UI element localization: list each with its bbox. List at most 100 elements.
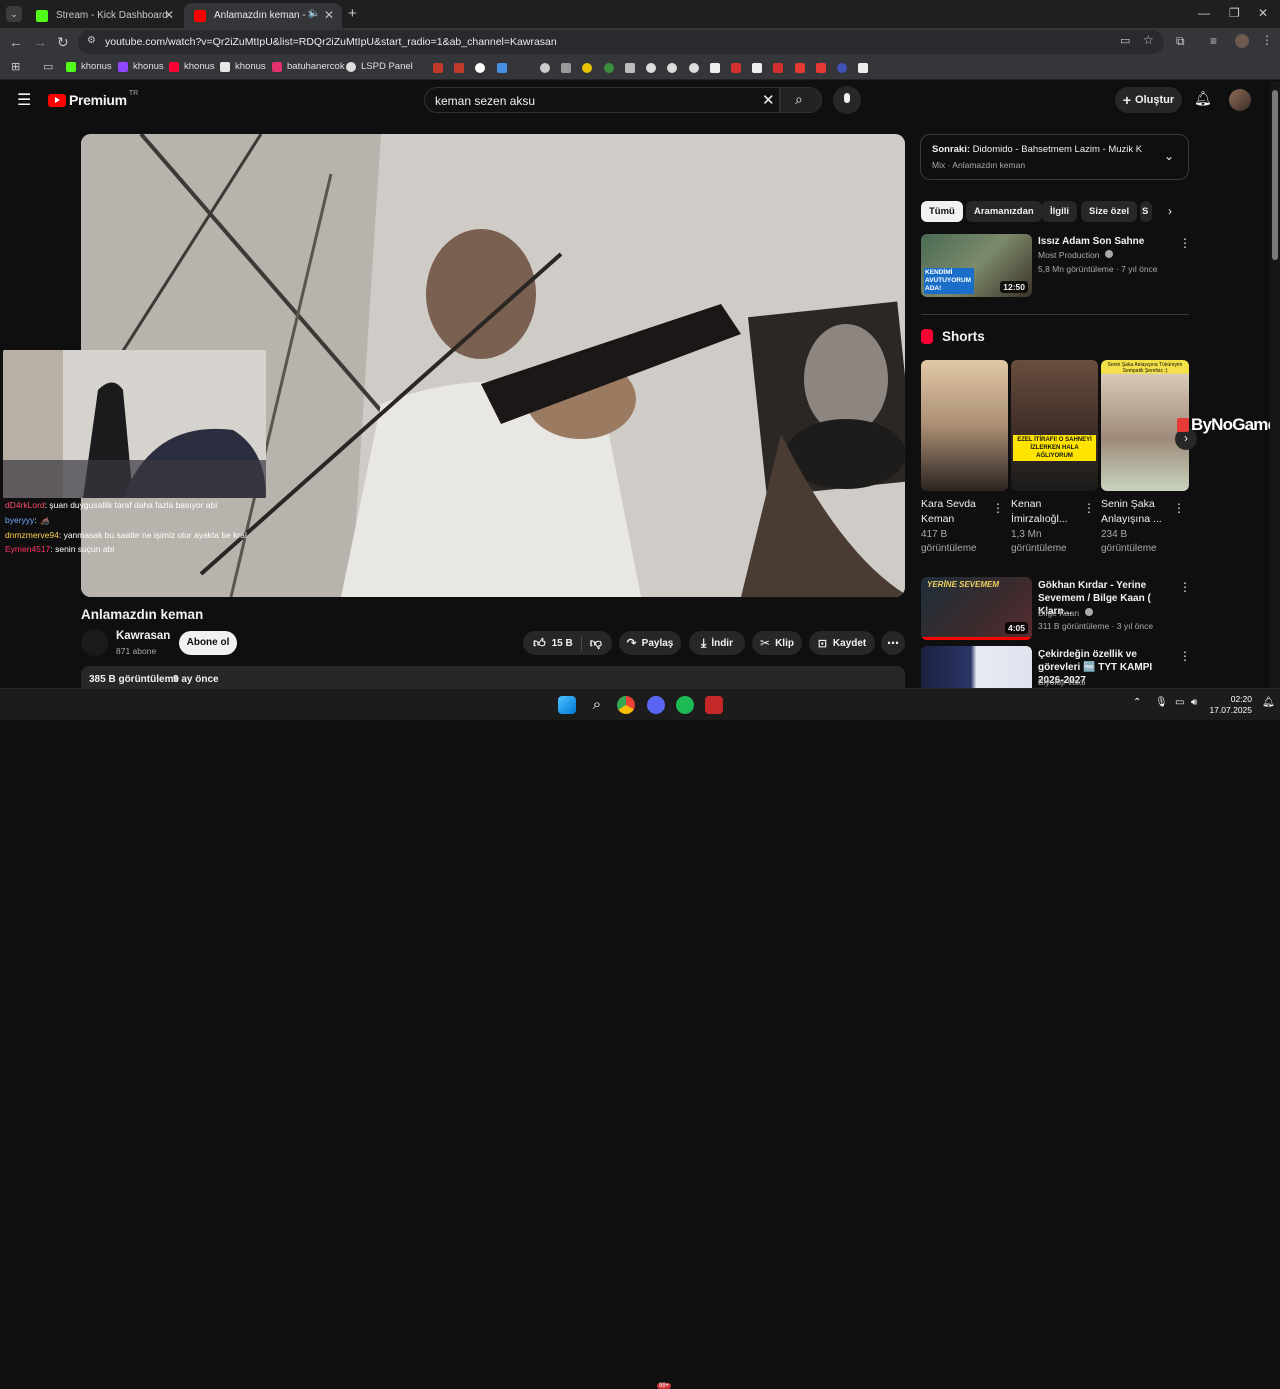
microphone-icon[interactable]: 🎙︎: [1155, 697, 1168, 708]
hamburger-menu-icon[interactable]: ☰: [17, 90, 31, 110]
bookmark-khonus-kick[interactable]: khonus: [66, 61, 112, 72]
chip-related[interactable]: İlgili: [1042, 201, 1077, 222]
youtube-logo[interactable]: Premium TR: [48, 90, 138, 108]
chevron-down-icon[interactable]: ⌄: [1164, 149, 1174, 163]
search-icon[interactable]: ⌕: [588, 696, 606, 714]
bookmark-icon[interactable]: [710, 63, 720, 73]
search-input[interactable]: keman sezen aksu ✕: [424, 87, 780, 113]
address-bar[interactable]: ⚙ youtube.com/watch?v=Qr2iZuMtIpU&list=R…: [78, 30, 1164, 54]
bookmark-icon[interactable]: [731, 63, 741, 73]
bookmark-lspd-panel[interactable]: LSPD Panel: [346, 61, 413, 72]
like-button[interactable]: 👍︎ 15 B: [533, 635, 582, 651]
short-thumbnail[interactable]: [921, 360, 1008, 491]
network-icon[interactable]: ▭: [1175, 697, 1184, 708]
bookmark-icon[interactable]: [795, 63, 805, 73]
speaker-icon[interactable]: 🔈: [308, 8, 320, 19]
short-title[interactable]: Kenan İmirzalıoğl...: [1011, 497, 1077, 527]
bookmark-icon[interactable]: [773, 63, 783, 73]
forward-icon[interactable]: →: [33, 34, 47, 50]
bookmark-star-icon[interactable]: ☆: [1143, 33, 1154, 47]
voice-search-button[interactable]: [833, 86, 861, 114]
up-next-panel[interactable]: Sonraki: Didomido - Bahsetmem Lazim - Mu…: [920, 134, 1189, 180]
bookmark-icon[interactable]: [561, 63, 571, 73]
site-info-icon[interactable]: ⚙: [87, 35, 96, 46]
channel-name[interactable]: Kawrasan: [116, 630, 170, 642]
more-options-icon[interactable]: ⋮: [1179, 236, 1191, 250]
search-button[interactable]: ⌕: [780, 87, 822, 113]
app-icon[interactable]: [705, 696, 723, 714]
bookmark-khonus-youtube[interactable]: khonus: [169, 61, 215, 72]
notification-bell-icon[interactable]: 🔔︎: [1262, 697, 1275, 708]
restore-icon[interactable]: ❐: [1229, 6, 1240, 20]
reload-icon[interactable]: ↻: [57, 34, 69, 51]
bookmark-icon[interactable]: [604, 63, 614, 73]
clip-button[interactable]: ✂ Klip: [752, 631, 802, 655]
tab-kick-dashboard[interactable]: Stream - Kick Dashboard ✕: [26, 3, 182, 28]
recommended-title[interactable]: Issız Adam Son Sahne: [1038, 235, 1168, 248]
more-options-icon[interactable]: ⋮: [1179, 580, 1191, 594]
new-tab-button[interactable]: +: [348, 5, 357, 22]
account-avatar[interactable]: [1229, 89, 1251, 111]
short-thumbnail[interactable]: EZEL İTİRAFI! O SAHNEYİ İZLERKEN HALA AĞ…: [1011, 360, 1098, 491]
recommended-channel[interactable]: Most Production: [1038, 250, 1113, 260]
notifications-bell-icon[interactable]: 🔔︎: [1194, 90, 1212, 107]
recommended-channel[interactable]: Bilge Kaan: [1038, 608, 1093, 618]
tab-search-button[interactable]: ⌄: [6, 6, 22, 22]
bookmark-batuhanercok[interactable]: batuhanercok: [272, 61, 345, 72]
clear-search-icon[interactable]: ✕: [762, 91, 775, 109]
more-options-icon[interactable]: ⋮: [992, 501, 1004, 515]
save-button[interactable]: ⊡ Kaydet: [809, 631, 875, 655]
close-icon[interactable]: ✕: [324, 8, 334, 22]
channel-avatar[interactable]: [81, 629, 108, 656]
dislike-button[interactable]: 👎︎: [582, 636, 602, 651]
subscribe-button[interactable]: Abone ol: [179, 631, 237, 655]
chip-all[interactable]: Tümü: [921, 201, 963, 222]
back-icon[interactable]: ←: [9, 34, 23, 50]
media-icon[interactable]: ≡: [1210, 34, 1217, 48]
create-button[interactable]: + Oluştur: [1115, 87, 1182, 113]
short-title[interactable]: Kara Sevda Keman: [921, 497, 987, 527]
bookmark-icon[interactable]: [433, 63, 443, 73]
bookmark-icon[interactable]: [858, 63, 868, 73]
more-options-icon[interactable]: ⋮: [1173, 501, 1185, 515]
chevron-right-icon[interactable]: ›: [1168, 204, 1172, 218]
chip-from-search[interactable]: Aramanızdan: [966, 201, 1042, 222]
recommended-thumbnail[interactable]: KENDİMİ AVUTUYORUM ADA! 12:50: [921, 234, 1032, 297]
bookmark-icon[interactable]: [454, 63, 464, 73]
menu-icon[interactable]: ⋮: [1261, 33, 1273, 47]
close-icon[interactable]: ✕: [164, 8, 174, 22]
more-options-icon[interactable]: ⋮: [1179, 649, 1191, 663]
bookmark-icon[interactable]: [475, 63, 485, 73]
bookmark-icon[interactable]: [540, 63, 550, 73]
recommended-thumbnail[interactable]: [921, 646, 1032, 688]
profile-avatar[interactable]: [1235, 34, 1249, 48]
volume-icon[interactable]: 🔊︎: [1191, 697, 1197, 708]
folder-icon[interactable]: ▭: [43, 60, 53, 73]
apps-grid-icon[interactable]: ⊞: [11, 60, 20, 73]
close-window-icon[interactable]: ✕: [1258, 6, 1268, 20]
bookmark-icon[interactable]: [667, 63, 677, 73]
extensions-icon[interactable]: ⧉: [1176, 34, 1185, 49]
bookmark-icon[interactable]: [689, 63, 699, 73]
bookmark-icon[interactable]: [837, 63, 847, 73]
discord-icon[interactable]: [647, 696, 665, 714]
scrollbar-thumb[interactable]: [1272, 90, 1278, 260]
bookmark-icon[interactable]: [646, 63, 656, 73]
recommended-channel[interactable]: Biyoloji Vakti: [1038, 677, 1086, 687]
chip-more[interactable]: S: [1140, 201, 1152, 222]
share-button[interactable]: ↷ Paylaş: [619, 631, 681, 655]
bookmark-icon[interactable]: [625, 63, 635, 73]
more-options-icon[interactable]: ⋮: [1083, 501, 1095, 515]
system-clock[interactable]: 02:20 17.07.2025: [1209, 694, 1252, 716]
download-button[interactable]: ⤓ İndir: [689, 631, 745, 655]
bookmark-icon[interactable]: [582, 63, 592, 73]
chrome-icon[interactable]: [617, 696, 635, 714]
short-title[interactable]: Senin Şaka Anlayışına ...: [1101, 497, 1171, 527]
tab-youtube[interactable]: Anlamazdın keman - YouTube 🔈 ✕: [184, 3, 342, 28]
more-actions-button[interactable]: ⋯: [881, 631, 905, 655]
cast-icon[interactable]: ▭: [1120, 34, 1130, 47]
bookmark-khonus-twitch[interactable]: khonus: [118, 61, 164, 72]
bookmark-icon[interactable]: [752, 63, 762, 73]
windows-start-icon[interactable]: [558, 696, 576, 714]
recommended-thumbnail[interactable]: YERİNE SEVEMEM 4:05: [921, 577, 1032, 640]
